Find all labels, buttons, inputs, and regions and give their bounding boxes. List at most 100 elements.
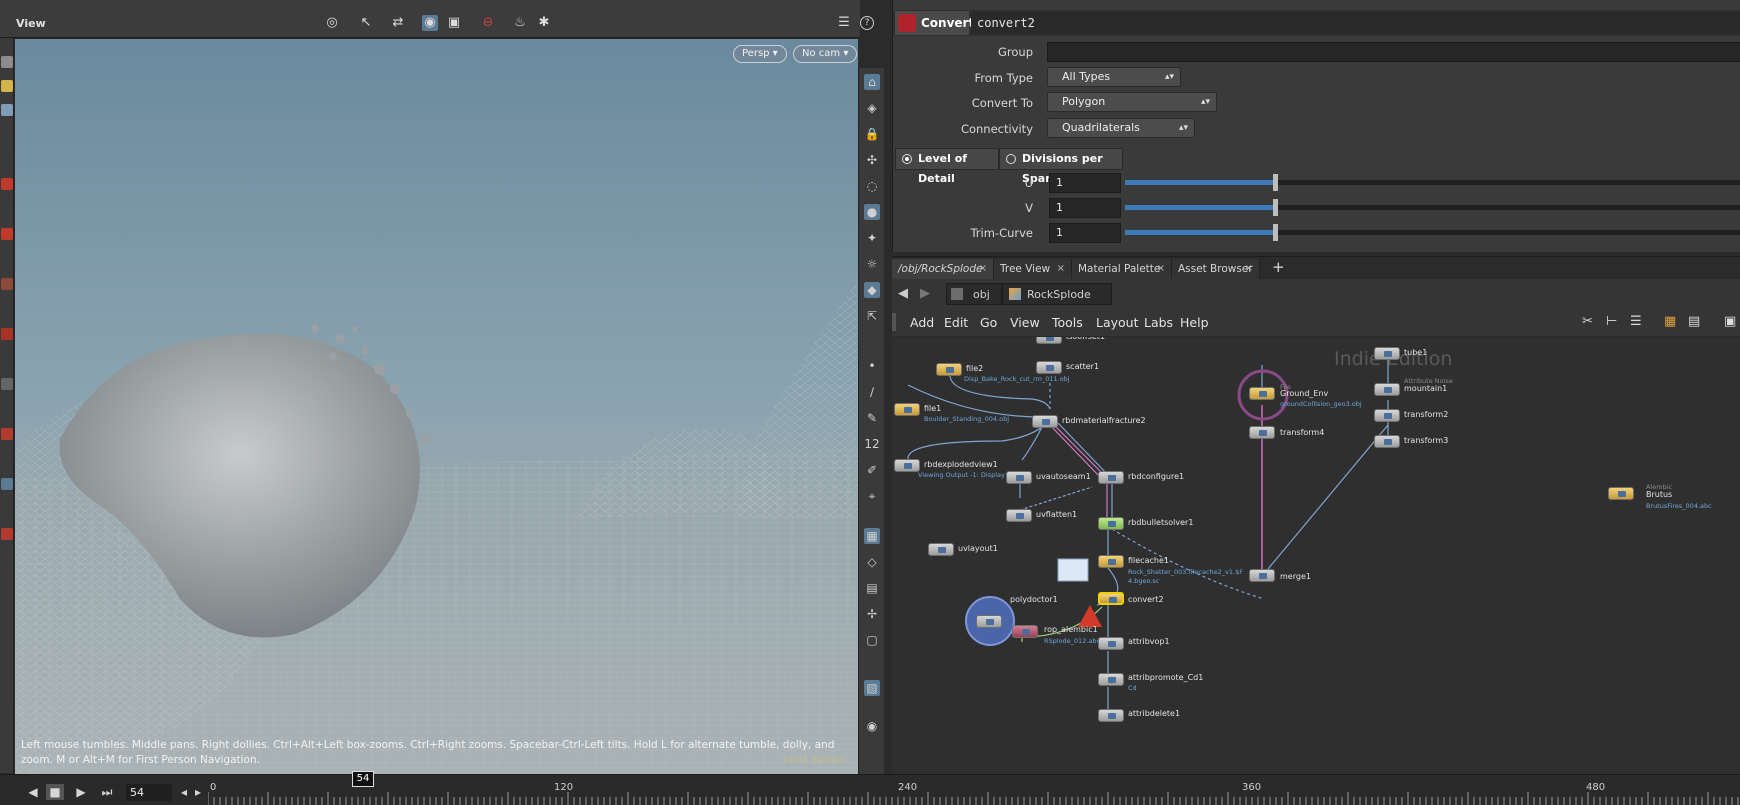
menu-add[interactable]: Add [910, 315, 934, 330]
view-tool-icon[interactable] [1, 428, 13, 440]
u-field[interactable]: 1 [1049, 173, 1121, 193]
node-uvautoseam1[interactable] [1006, 471, 1032, 484]
help-icon[interactable]: ? [860, 16, 874, 30]
stop-icon[interactable]: ⊖ [480, 15, 496, 31]
current-frame-field[interactable]: 54 [126, 784, 172, 801]
wire-icon[interactable]: ◇ [864, 554, 880, 570]
operator-type-badge[interactable]: Convert [895, 11, 974, 35]
ghost-icon[interactable]: ◌ [864, 178, 880, 194]
menu-help[interactable]: Help [1180, 315, 1209, 330]
connectivity-menu[interactable]: Quadrilaterals ▴▾ [1047, 118, 1195, 138]
jump-start-icon[interactable]: ◀ [24, 784, 42, 800]
light-tool-icon[interactable] [1, 528, 13, 540]
lighting-icon[interactable]: ☼ [864, 256, 880, 272]
node-attribdelete1[interactable] [1098, 709, 1124, 722]
scene-viewport[interactable]: Persp ▾ No cam ▾ Left mouse tumbles. Mid… [15, 39, 858, 774]
camera-icon[interactable]: ◎ [324, 15, 340, 31]
pose-tool-icon[interactable] [1, 228, 13, 240]
menu-tools[interactable]: Tools [1052, 315, 1083, 330]
close-icon[interactable]: × [1245, 259, 1253, 279]
color-palette-icon[interactable]: ▦ [1664, 314, 1676, 329]
grid-view-icon[interactable]: ▤ [1688, 314, 1700, 329]
node-file1[interactable] [894, 403, 920, 416]
add-tab-icon[interactable]: + [1272, 258, 1285, 276]
v-slider-knob[interactable] [1273, 199, 1278, 216]
node-filecache1[interactable] [1098, 555, 1124, 568]
paint-tool-icon[interactable] [1, 278, 13, 290]
render-tool-icon[interactable] [1, 478, 13, 490]
network-editor[interactable]: Indie Edition scatter1 file2 Disp_Bake_R… [892, 337, 1740, 774]
pane-handle[interactable] [892, 313, 896, 331]
v-slider[interactable] [1125, 199, 1740, 216]
tab-network[interactable]: /obj/RockSplode × [892, 259, 994, 279]
point-display-icon[interactable]: ◆ [864, 282, 880, 298]
menu-edit[interactable]: Edit [944, 315, 968, 330]
tab-material-palette[interactable]: Material Palette × [1072, 259, 1172, 279]
node-attribvop1[interactable] [1098, 637, 1124, 650]
node-rbdexplodedview1[interactable] [894, 459, 920, 472]
uv-icon[interactable]: ▤ [864, 580, 880, 596]
node-file2[interactable] [936, 363, 962, 376]
from-type-menu[interactable]: All Types ▴▾ [1047, 67, 1181, 87]
node-isooffset1[interactable] [1036, 337, 1062, 344]
background-icon[interactable]: ▧ [864, 680, 880, 696]
node-mountain1[interactable] [1374, 383, 1400, 396]
brush-tool-icon[interactable] [1, 328, 13, 340]
shading-icon[interactable]: ● [864, 204, 880, 220]
node-tube1[interactable] [1374, 347, 1400, 360]
lock-icon[interactable]: 🔒 [864, 126, 880, 142]
frame-marker[interactable]: 54 [352, 771, 374, 787]
node-scatter1[interactable] [1036, 361, 1062, 374]
path-segment-obj[interactable]: obj [946, 283, 1002, 305]
back-arrow-icon[interactable]: ◀ [898, 286, 908, 301]
stop-button[interactable]: ■ [46, 784, 64, 800]
node-uvlayout1[interactable] [928, 543, 954, 556]
transform-icon[interactable]: ✢ [864, 606, 880, 622]
node-rbdmaterialfracture2[interactable] [1032, 415, 1058, 428]
node-name-field[interactable]: convert2 [971, 12, 1740, 34]
bound-icon[interactable]: ▢ [864, 632, 880, 648]
brush-icon[interactable]: ✐ [864, 462, 880, 478]
persp-menu[interactable]: Persp ▾ [733, 45, 787, 63]
forward-arrow-icon[interactable]: ▶ [920, 286, 930, 301]
trim-slider-knob[interactable] [1273, 224, 1278, 241]
play-icon[interactable]: ▶ [72, 784, 90, 800]
point-icon[interactable]: • [864, 358, 880, 374]
node-rop-alembic1[interactable] [1012, 625, 1038, 638]
node-attribpromote-cd1[interactable] [1098, 673, 1124, 686]
close-icon[interactable]: × [1157, 259, 1165, 279]
camera-tool-icon[interactable]: ⌖ [864, 488, 880, 504]
menu-list-icon[interactable]: ☰ [836, 15, 852, 31]
number-icon[interactable]: 12 [864, 436, 880, 452]
node-transform4[interactable] [1249, 426, 1275, 439]
tree-icon[interactable]: ⊢ [1606, 314, 1617, 329]
radio-divisions-per-span[interactable]: Divisions per Span [999, 148, 1123, 185]
step-back-icon[interactable]: ◂ [178, 784, 190, 800]
node-uvflatten1[interactable] [1006, 509, 1032, 522]
render-region-icon[interactable]: ▣ [446, 15, 462, 31]
path-segment-rocksplode[interactable]: RockSplode [1002, 283, 1112, 305]
close-icon[interactable]: × [979, 259, 987, 279]
jump-end-icon[interactable]: ⏭ [98, 784, 116, 800]
network-options-icon[interactable]: ▣ [1724, 314, 1736, 329]
node-polydoctor1[interactable] [976, 615, 1002, 628]
edge-icon[interactable]: ∕ [864, 384, 880, 400]
node-merge1[interactable] [1249, 569, 1275, 582]
grid-icon[interactable]: ▦ [864, 528, 880, 544]
xray-icon[interactable]: ✣ [864, 152, 880, 168]
node-rbdconfigure1[interactable] [1098, 471, 1124, 484]
tools-icon[interactable]: ✂ [1582, 314, 1593, 329]
menu-view[interactable]: View [1010, 315, 1040, 330]
select-icon[interactable]: ↖ [358, 15, 374, 31]
flipbook-icon[interactable]: ♨ [512, 15, 528, 31]
measure-tool-icon[interactable] [1, 378, 13, 390]
node-convert2[interactable] [1098, 592, 1124, 605]
rotate-tool-icon[interactable] [1, 104, 13, 116]
close-icon[interactable]: × [1057, 259, 1065, 279]
menu-layout[interactable]: Layout [1096, 315, 1139, 330]
pen-icon[interactable]: ✎ [864, 410, 880, 426]
display-options-icon[interactable]: ◉ [422, 15, 438, 31]
snap-icon[interactable]: ⇄ [390, 15, 406, 31]
convert-to-menu[interactable]: Polygon ▴▾ [1047, 92, 1217, 112]
trim-curve-slider[interactable] [1125, 224, 1740, 241]
